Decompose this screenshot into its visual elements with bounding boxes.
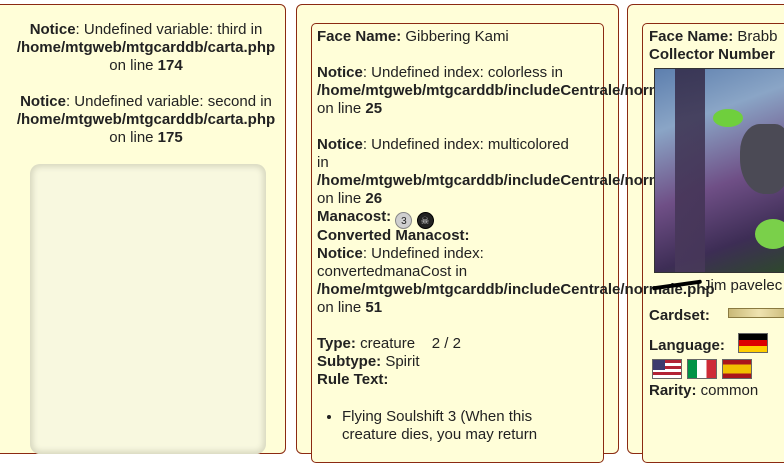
notice-label: Notice bbox=[29, 21, 76, 38]
card-art-image bbox=[654, 68, 784, 273]
de-flag-icon[interactable] bbox=[738, 333, 768, 353]
notice-second: Notice: Undefined variable: second in /h… bbox=[0, 93, 292, 147]
type-label: Type: bbox=[317, 335, 356, 352]
rule-text-item: Flying Soulshift 3 (When thiscreature di… bbox=[342, 408, 612, 444]
manacost-row: Manacost: 3 ☠ bbox=[317, 208, 434, 229]
notice-line-row: on line 51 bbox=[317, 299, 382, 317]
rule-text-line: Flying Soulshift 3 (When this bbox=[342, 408, 533, 425]
notice-online: on line bbox=[317, 299, 366, 316]
notice-colorless: Notice: Undefined index: colorless in bbox=[317, 64, 563, 82]
face-name-label: Face Name: bbox=[649, 28, 734, 45]
rarity-label: Rarity: bbox=[649, 382, 697, 399]
notice-label: Notice bbox=[317, 64, 363, 81]
manacost-label: Manacost: bbox=[317, 208, 392, 225]
notice-label: Notice bbox=[317, 245, 363, 262]
notice-line: 51 bbox=[365, 299, 383, 316]
cardset-label: Cardset: bbox=[649, 307, 710, 324]
subtype-label: Subtype: bbox=[317, 353, 382, 370]
right-face-name: Face Name: Brabb bbox=[649, 28, 777, 46]
art-creature bbox=[740, 124, 784, 194]
notice-online: on line bbox=[109, 57, 158, 74]
collector-number-label: Collector Number bbox=[649, 46, 775, 63]
subtype-value: Spirit bbox=[381, 353, 420, 370]
rule-text-line: creature dies, you may return bbox=[342, 426, 538, 443]
face-name-value: Gibbering Kami bbox=[401, 28, 509, 45]
notice-cmc: Notice: Undefined index: bbox=[317, 245, 484, 263]
notice-line: 26 bbox=[365, 190, 383, 207]
us-flag-icon[interactable] bbox=[652, 359, 682, 379]
notice-text: : Undefined variable: third in bbox=[75, 21, 263, 38]
type-row: Type: creature 2 / 2 bbox=[317, 335, 461, 353]
rule-text-label: Rule Text: bbox=[317, 371, 389, 388]
notice-third: Notice: Undefined variable: third in /ho… bbox=[0, 21, 292, 75]
converted-manacost-label: Converted Manacost: bbox=[317, 227, 470, 244]
language-label: Language: bbox=[649, 337, 725, 354]
rarity-row: Rarity: common bbox=[649, 382, 758, 400]
notice-text: : Undefined index: multicolored bbox=[362, 136, 569, 153]
card-image-placeholder bbox=[30, 164, 266, 454]
type-value: creature 2 / 2 bbox=[355, 335, 461, 352]
notice-text: : Undefined variable: second in bbox=[65, 93, 272, 110]
cardset-symbol-icon[interactable] bbox=[728, 308, 784, 318]
es-flag-icon[interactable] bbox=[722, 359, 752, 379]
subtype-row: Subtype: Spirit bbox=[317, 353, 420, 371]
art-blob bbox=[713, 109, 743, 127]
art-tree bbox=[675, 69, 705, 272]
artist-name: Jim pavelec bbox=[703, 277, 783, 294]
rarity-value: common bbox=[696, 382, 759, 399]
art-blob bbox=[755, 219, 784, 249]
notice-online: on line bbox=[317, 190, 366, 207]
notice-online: on line bbox=[109, 129, 158, 146]
notice-label: Notice bbox=[317, 136, 363, 153]
notice-text: : Undefined index: bbox=[362, 245, 484, 262]
it-flag-icon[interactable] bbox=[687, 359, 717, 379]
notice-text-cont: in bbox=[317, 154, 329, 171]
notice-online: on line bbox=[317, 100, 366, 117]
notice-line-row: on line 26 bbox=[317, 190, 382, 208]
face-name-value: Brabb bbox=[733, 28, 778, 45]
face-name: Face Name: Gibbering Kami bbox=[317, 28, 509, 46]
notice-label: Notice bbox=[20, 93, 66, 110]
notice-line: 25 bbox=[365, 100, 383, 117]
notice-text-cont: convertedmanaCost in bbox=[317, 263, 468, 280]
notice-line: 175 bbox=[157, 129, 183, 146]
rule-text-list: Flying Soulshift 3 (When thiscreature di… bbox=[318, 408, 612, 444]
notice-path: /home/mtgweb/mtgcarddb/carta.php bbox=[16, 111, 276, 128]
notice-text: : Undefined index: colorless in bbox=[362, 64, 563, 81]
notice-line-row: on line 25 bbox=[317, 100, 382, 118]
notice-path: /home/mtgweb/mtgcarddb/carta.php bbox=[16, 39, 276, 56]
notice-line: 174 bbox=[157, 57, 183, 74]
notice-multicolored: Notice: Undefined index: multicolored bbox=[317, 136, 569, 154]
face-name-label: Face Name: bbox=[317, 28, 402, 45]
